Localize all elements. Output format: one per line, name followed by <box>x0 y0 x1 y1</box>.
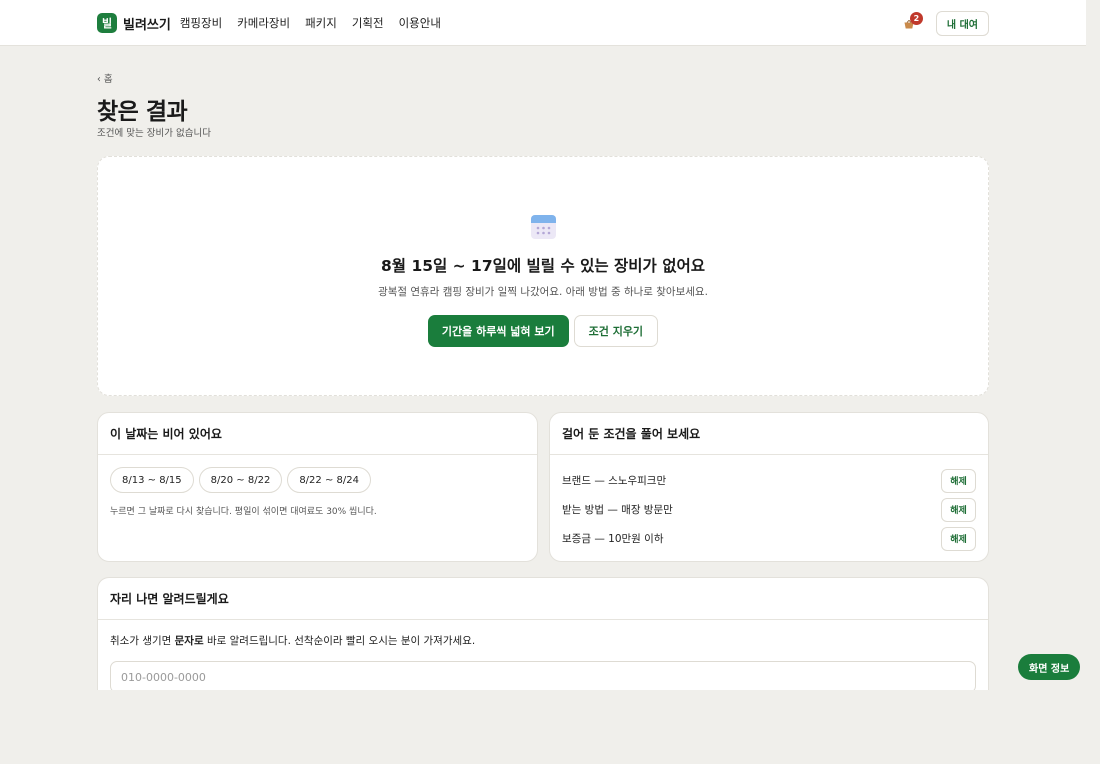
notify-panel: 자리 나면 알려드릴게요 취소가 생기면 문자로 바로 알려드립니다. 선착순이… <box>97 577 989 697</box>
empty-state-description: 광복절 연휴라 캠핑 장비가 일찍 나갔어요. 아래 방법 중 하나로 찾아보세… <box>378 286 708 298</box>
alt-dates-panel: 이 날짜는 비어 있어요 8/13 ~ 8/15 8/20 ~ 8/22 8/2… <box>97 412 538 562</box>
calendar-icon <box>531 215 556 239</box>
nav-item-camera[interactable]: 카메라장비 <box>237 15 290 31</box>
logo-mark[interactable]: 빌 <box>97 13 117 33</box>
filter-row: 브랜드 — 스노우피크만 해제 <box>562 466 976 495</box>
filters-panel: 걸어 둔 조건을 풀어 보세요 브랜드 — 스노우피크만 해제 받는 방법 — … <box>549 412 989 562</box>
breadcrumb[interactable]: ‹ 홈 <box>97 71 113 85</box>
filters-title: 걸어 둔 조건을 풀어 보세요 <box>550 413 988 455</box>
empty-state-title: 8월 15일 ~ 17일에 빌릴 수 있는 장비가 없어요 <box>381 257 705 275</box>
nav-item-guide[interactable]: 이용안내 <box>399 15 441 31</box>
top-header: 빌 빌려쓰기 캠핑장비 카메라장비 패키지 기획전 이용안내 2 내 대여 <box>0 0 1086 46</box>
nav-item-package[interactable]: 패키지 <box>305 15 337 31</box>
cart-button[interactable]: 2 <box>902 12 924 34</box>
viewport-bottom-area <box>0 690 1100 764</box>
filter-row: 받는 방법 — 매장 방문만 해제 <box>562 495 976 524</box>
notify-description: 취소가 생기면 문자로 바로 알려드립니다. 선착순이라 빨리 오시는 분이 가… <box>98 620 988 648</box>
notify-title: 자리 나면 알려드릴게요 <box>98 578 988 620</box>
filter-label: 브랜드 — 스노우피크만 <box>562 475 667 487</box>
nav-item-promotion[interactable]: 기획전 <box>352 15 384 31</box>
phone-input[interactable] <box>110 661 976 693</box>
page-subtitle: 조건에 맞는 장비가 없습니다 <box>97 128 211 139</box>
main-nav: 캠핑장비 카메라장비 패키지 기획전 이용안내 <box>180 15 456 31</box>
page-title: 찾은 결과 <box>97 99 188 125</box>
date-chip[interactable]: 8/22 ~ 8/24 <box>287 467 371 493</box>
widen-dates-button[interactable]: 기간을 하루씩 넓혀 보기 <box>427 315 569 347</box>
cart-count-badge: 2 <box>909 12 923 25</box>
date-chip-list: 8/13 ~ 8/15 8/20 ~ 8/22 8/22 ~ 8/24 <box>98 455 537 493</box>
notify-desc-after: 바로 알려드립니다. 선착순이라 빨리 오시는 분이 가져가세요. <box>203 635 476 647</box>
filter-label: 보증금 — 10만원 이하 <box>562 533 664 545</box>
date-chip[interactable]: 8/20 ~ 8/22 <box>198 467 283 493</box>
filter-label: 받는 방법 — 매장 방문만 <box>562 504 673 516</box>
logo-text[interactable]: 빌려쓰기 <box>123 14 171 33</box>
release-filter-button[interactable]: 해제 <box>941 497 976 522</box>
release-filter-button[interactable]: 해제 <box>941 526 976 551</box>
filter-list: 브랜드 — 스노우피크만 해제 받는 방법 — 매장 방문만 해제 보증금 — … <box>550 455 988 553</box>
alt-dates-title: 이 날짜는 비어 있어요 <box>98 413 537 455</box>
header-right: 2 내 대여 <box>902 10 989 36</box>
my-rental-button[interactable]: 내 대여 <box>935 10 989 36</box>
filter-row: 보증금 — 10만원 이하 해제 <box>562 524 976 553</box>
notify-desc-before: 취소가 생기면 <box>110 635 175 647</box>
empty-state-actions: 기간을 하루씩 넓혀 보기 조건 지우기 <box>98 315 988 347</box>
empty-state-card: 8월 15일 ~ 17일에 빌릴 수 있는 장비가 없어요 광복절 연휴라 캠핑… <box>97 156 989 396</box>
nav-item-camping[interactable]: 캠핑장비 <box>180 15 222 31</box>
release-filter-button[interactable]: 해제 <box>941 468 976 493</box>
clear-filters-button[interactable]: 조건 지우기 <box>573 315 659 347</box>
alt-dates-note: 누르면 그 날짜로 다시 찾습니다. 평일이 섞이면 대여료도 30% 씹니다. <box>110 507 377 517</box>
screen-info-button[interactable]: 화면 정보 <box>1018 654 1081 680</box>
date-chip[interactable]: 8/13 ~ 8/15 <box>110 467 194 493</box>
notify-desc-bold: 문자로 <box>174 635 204 647</box>
header-inner: 빌 빌려쓰기 캠핑장비 카메라장비 패키지 기획전 이용안내 2 내 대여 <box>97 0 989 46</box>
